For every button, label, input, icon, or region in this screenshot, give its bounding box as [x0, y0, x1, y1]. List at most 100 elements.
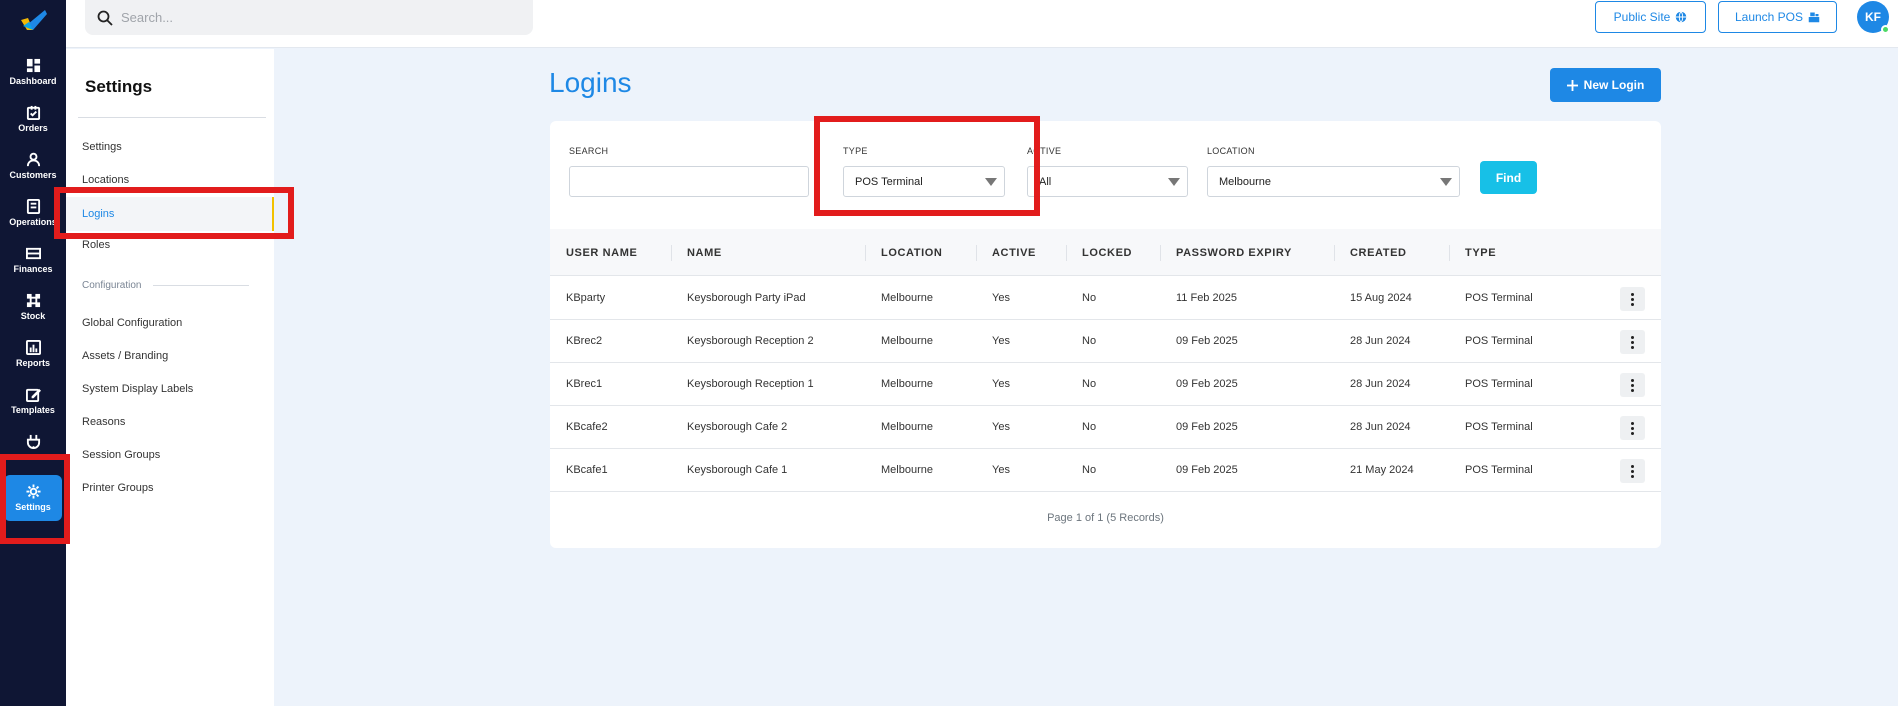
subnav-item-reasons[interactable]: Reasons	[82, 416, 125, 428]
nav-customers-label: Customers	[9, 170, 57, 180]
public-site-button[interactable]: Public Site	[1595, 1, 1706, 33]
cell-locked: No	[1082, 378, 1097, 390]
subnav-item-assets-branding[interactable]: Assets / Branding	[82, 350, 168, 362]
cell-created: 28 Jun 2024	[1350, 378, 1411, 390]
orders-icon	[26, 105, 40, 120]
cell-active: Yes	[992, 464, 1010, 476]
plug-icon	[26, 434, 40, 449]
cell-name: Keysborough Cafe 2	[687, 421, 788, 433]
nav-stock[interactable]: Stock	[4, 293, 62, 339]
nav-operations-label: Operations	[9, 217, 57, 227]
subnav-item-system-display-labels[interactable]: System Display Labels	[82, 383, 193, 395]
logins-menu-highlight	[54, 187, 294, 239]
subnav-item-roles[interactable]: Roles	[82, 239, 110, 251]
reports-icon	[25, 340, 41, 355]
nav-templates-label: Templates	[11, 405, 55, 415]
nav-dashboard-label: Dashboard	[9, 76, 57, 86]
cell-created: 15 Aug 2024	[1350, 292, 1412, 304]
logins-card: SEARCH TYPE POS Terminal ACTIVE All LOCA…	[550, 121, 1661, 548]
col-created[interactable]: CREATED	[1350, 247, 1407, 259]
user-avatar[interactable]: KF	[1857, 1, 1890, 34]
new-login-button[interactable]: New Login	[1550, 68, 1661, 102]
global-search[interactable]	[85, 0, 533, 35]
table-row[interactable]: KBcafe2 Keysborough Cafe 2 Melbourne Yes…	[550, 406, 1661, 449]
find-button[interactable]: Find	[1480, 161, 1537, 194]
nav-templates[interactable]: Templates	[4, 387, 62, 433]
subnav-item-locations[interactable]: Locations	[82, 174, 129, 186]
cell-type: POS Terminal	[1465, 378, 1533, 390]
nav-finances[interactable]: Finances	[4, 246, 62, 292]
col-user-name[interactable]: USER NAME	[566, 247, 637, 259]
row-actions-menu-icon[interactable]	[1620, 459, 1645, 483]
subnav-item-global-configuration[interactable]: Global Configuration	[82, 317, 182, 329]
active-filter-select[interactable]: All	[1027, 166, 1188, 197]
pagination-summary: Page 1 of 1 (5 Records)	[1047, 512, 1164, 524]
col-divider	[1334, 245, 1335, 261]
row-actions-menu-icon[interactable]	[1620, 287, 1645, 311]
cell-user-name: KBrec1	[566, 378, 603, 390]
section-divider	[153, 285, 250, 286]
nav-stock-label: Stock	[20, 311, 46, 321]
search-filter-label: SEARCH	[569, 146, 609, 156]
location-filter-label: LOCATION	[1207, 146, 1255, 156]
nav-reports-label: Reports	[15, 358, 50, 368]
cell-created: 28 Jun 2024	[1350, 335, 1411, 347]
new-login-label: New Login	[1583, 78, 1645, 92]
col-divider	[1160, 245, 1161, 261]
location-filter-value: Melbourne	[1219, 175, 1271, 188]
col-active[interactable]: ACTIVE	[992, 247, 1036, 259]
type-filter-highlight	[814, 116, 1040, 216]
cell-location: Melbourne	[881, 292, 933, 304]
table-row[interactable]: KBparty Keysborough Party iPad Melbourne…	[550, 277, 1661, 320]
search-input[interactable]	[121, 10, 501, 25]
table-row[interactable]: KBcafe1 Keysborough Cafe 1 Melbourne Yes…	[550, 449, 1661, 492]
cell-type: POS Terminal	[1465, 464, 1533, 476]
table-row[interactable]: KBrec1 Keysborough Reception 1 Melbourne…	[550, 363, 1661, 406]
subnav-item-settings[interactable]: Settings	[82, 141, 122, 153]
cell-password-expiry: 11 Feb 2025	[1176, 292, 1237, 304]
customers-icon	[26, 152, 40, 167]
settings-nav-highlight	[0, 454, 70, 544]
nav-reports[interactable]: Reports	[4, 340, 62, 386]
nav-orders[interactable]: Orders	[4, 105, 62, 151]
app-logo-icon[interactable]	[19, 8, 47, 34]
col-name[interactable]: NAME	[687, 247, 722, 259]
cell-user-name: KBcafe1	[566, 464, 608, 476]
subnav-item-printer-groups[interactable]: Printer Groups	[82, 482, 154, 494]
location-filter-select[interactable]: Melbourne	[1207, 166, 1460, 197]
avatar-initials: KF	[1865, 10, 1881, 24]
cell-active: Yes	[992, 335, 1010, 347]
subnav-divider	[78, 117, 266, 118]
cell-type: POS Terminal	[1465, 421, 1533, 433]
search-filter-input[interactable]	[569, 166, 809, 197]
launch-pos-button[interactable]: Launch POS	[1718, 1, 1837, 33]
online-status-dot	[1881, 25, 1890, 34]
row-actions-menu-icon[interactable]	[1620, 373, 1645, 397]
launch-pos-label: Launch POS	[1734, 10, 1804, 24]
cell-user-name: KBparty	[566, 292, 606, 304]
cell-active: Yes	[992, 421, 1010, 433]
cell-locked: No	[1082, 421, 1097, 433]
search-icon	[97, 10, 113, 26]
row-actions-menu-icon[interactable]	[1620, 416, 1645, 440]
col-location[interactable]: LOCATION	[881, 247, 942, 259]
nav-dashboard[interactable]: Dashboard	[4, 58, 62, 104]
operations-icon	[26, 199, 40, 214]
subnav-item-session-groups[interactable]: Session Groups	[82, 449, 160, 461]
row-actions-menu-icon[interactable]	[1620, 330, 1645, 354]
table-header: USER NAME NAME LOCATION ACTIVE LOCKED PA…	[550, 229, 1661, 276]
configuration-section-header: Configuration	[82, 280, 250, 291]
cell-type: POS Terminal	[1465, 335, 1533, 347]
col-divider	[865, 245, 866, 261]
cell-name: Keysborough Party iPad	[687, 292, 806, 304]
cell-password-expiry: 09 Feb 2025	[1176, 464, 1238, 476]
col-password-expiry[interactable]: PASSWORD EXPIRY	[1176, 247, 1292, 259]
cell-name: Keysborough Reception 1	[687, 378, 814, 390]
cell-locked: No	[1082, 335, 1097, 347]
settings-subnav: Settings Settings Locations Logins Roles…	[66, 49, 274, 706]
col-locked[interactable]: LOCKED	[1082, 247, 1132, 259]
col-type[interactable]: TYPE	[1465, 247, 1496, 259]
active-filter-value: All	[1039, 175, 1052, 188]
cell-locked: No	[1082, 464, 1097, 476]
table-row[interactable]: KBrec2 Keysborough Reception 2 Melbourne…	[550, 320, 1661, 363]
